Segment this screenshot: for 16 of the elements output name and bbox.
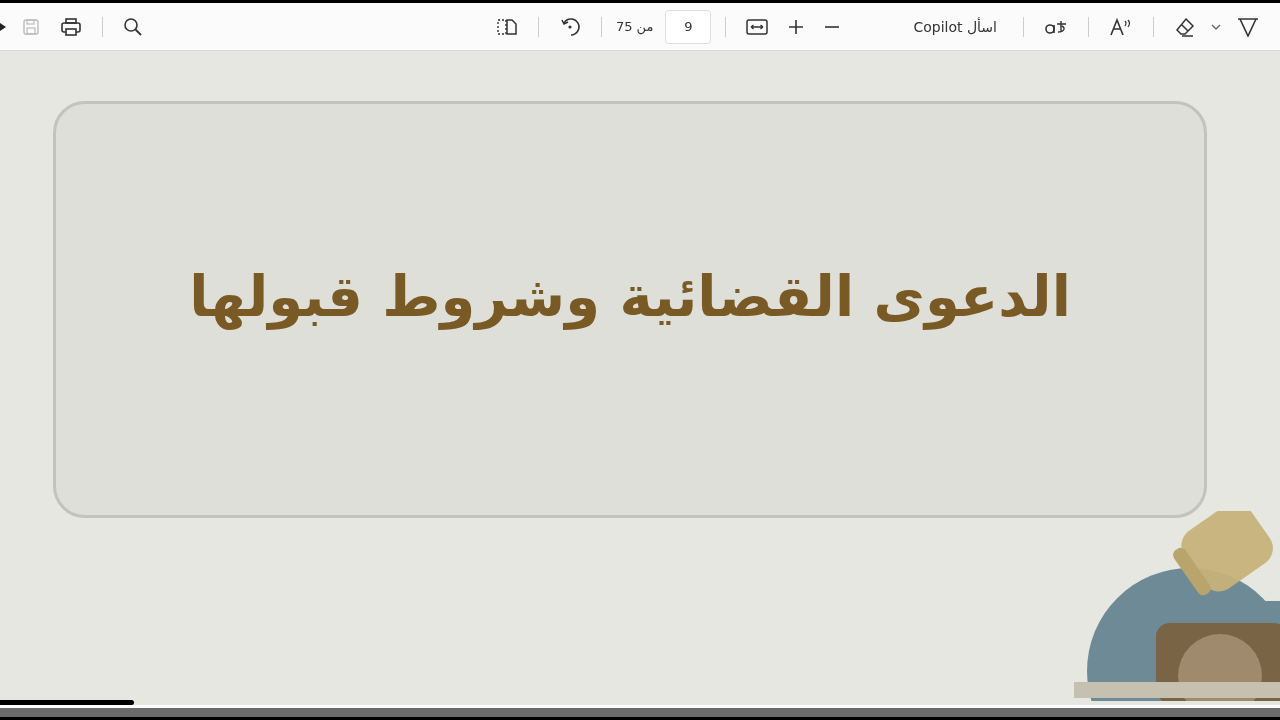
rotate-icon bbox=[558, 15, 581, 38]
chevron-down-icon[interactable] bbox=[1210, 22, 1222, 31]
print-icon bbox=[60, 17, 82, 36]
page-total: من 75 bbox=[615, 19, 654, 34]
search-icon bbox=[123, 16, 143, 37]
page-view-icon bbox=[495, 17, 518, 36]
ask-copilot-button[interactable]: اسأل Copilot bbox=[907, 14, 1003, 39]
highlighter-icon bbox=[1236, 16, 1260, 37]
read-aloud-icon bbox=[1109, 17, 1133, 36]
page-number-field[interactable]: 9 bbox=[665, 9, 712, 44]
minus-icon bbox=[824, 25, 841, 28]
fit-width-icon bbox=[746, 18, 769, 35]
eraser-icon bbox=[1174, 16, 1196, 37]
save-icon bbox=[22, 17, 40, 36]
plus-icon bbox=[788, 18, 805, 35]
slide-title: الدعوى القضائية وشروط قبولها bbox=[189, 264, 1071, 329]
